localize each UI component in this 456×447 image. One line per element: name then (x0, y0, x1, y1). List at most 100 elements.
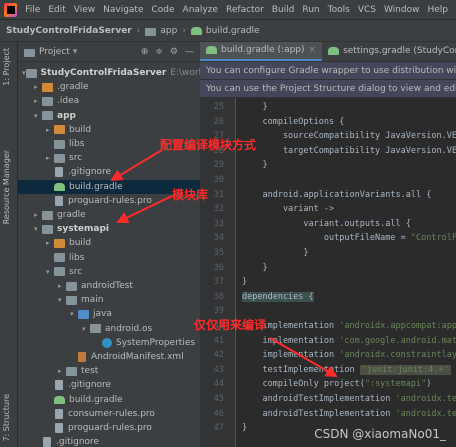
tree-item-label: java (93, 309, 112, 320)
collapse-icon[interactable]: ≑ (155, 47, 163, 57)
tree-item-label: build (69, 124, 92, 135)
line-number: 41 (213, 335, 224, 346)
tree-item-label: app (57, 110, 76, 121)
menu-edit[interactable]: Edit (48, 5, 65, 15)
menu-navigate[interactable]: Navigate (103, 5, 143, 15)
code-line: } (242, 262, 268, 273)
tree-item[interactable]: ▸ build (18, 123, 200, 137)
code-line: } (242, 248, 309, 258)
tree-item[interactable]: ▸ .gradle (18, 80, 200, 94)
tree-item[interactable]: SystemProperties (18, 336, 200, 350)
excluded-folder-icon (54, 238, 65, 248)
gear-icon[interactable]: ⚙ (170, 47, 178, 57)
code-line: variant -> (242, 204, 335, 215)
tree-item-label: build.gradle (69, 181, 123, 192)
tree-item[interactable]: proguard-rules.pro (18, 421, 200, 435)
tree-item-label: .gitignore (68, 167, 112, 178)
menu-help[interactable]: Help (427, 5, 448, 15)
menu-build[interactable]: Build (272, 5, 295, 15)
tree-item[interactable]: .gitignore (18, 378, 200, 392)
line-number: 43 (213, 364, 224, 375)
tree-item[interactable]: ▾ StudyControlFridaServerE:\worksp (18, 66, 200, 80)
breadcrumb-separator-icon: › (182, 25, 186, 36)
menu-window[interactable]: Window (384, 5, 420, 15)
chevron-down-icon[interactable]: ▾ (46, 268, 54, 276)
breadcrumb-project[interactable]: StudyControlFridaServer (6, 26, 132, 36)
close-icon[interactable]: × (309, 45, 317, 55)
code-line: } (242, 102, 268, 112)
tree-item[interactable]: ▾ app (18, 109, 200, 123)
menu-run[interactable]: Run (302, 5, 319, 15)
code-line: implementation 'androidx.appcompat:appc (242, 321, 456, 331)
menu-analyze[interactable]: Analyze (183, 5, 218, 15)
code-line: implementation 'androidx.constraintlayo (242, 350, 456, 361)
tree-item[interactable]: libs (18, 251, 200, 265)
tab-label: settings.gradle (StudyControlF (343, 46, 456, 56)
breadcrumb-file[interactable]: build.gradle (190, 26, 260, 36)
tree-item[interactable]: build.gradle (18, 393, 200, 407)
tree-item[interactable]: ▸ test (18, 364, 200, 378)
chevron-down-icon[interactable]: ▾ (22, 69, 26, 77)
chevron-right-icon[interactable]: ▸ (46, 154, 54, 162)
menu-view[interactable]: View (74, 5, 95, 15)
menu-refactor[interactable]: Refactor (226, 5, 264, 15)
code-line: } (242, 423, 248, 434)
tree-item-label: .gitignore (68, 380, 112, 391)
source-folder-icon (78, 309, 89, 319)
tree-item[interactable]: consumer-rules.pro (18, 407, 200, 421)
tree-item[interactable]: ▸ androidTest (18, 279, 200, 293)
code-line: android.applicationVariants.all { (242, 189, 432, 200)
target-icon[interactable]: ⊕ (141, 47, 149, 57)
hide-icon[interactable]: — (185, 47, 194, 57)
tree-item[interactable]: ▾ android.os (18, 322, 200, 336)
tree-item[interactable]: ▾ main (18, 293, 200, 307)
chevron-down-icon[interactable]: ▾ (70, 310, 78, 318)
chevron-down-icon[interactable]: ▾ (73, 47, 78, 57)
chevron-right-icon[interactable]: ▸ (34, 83, 42, 91)
tree-item[interactable]: ▸ gradle (18, 208, 200, 222)
structure-tool-tab[interactable]: 7: Structure (2, 394, 11, 442)
line-number: 33 (213, 218, 224, 229)
chevron-right-icon[interactable]: ▸ (58, 282, 66, 290)
tree-item-label: libs (69, 252, 85, 263)
tree-item[interactable]: .gitignore (18, 165, 200, 179)
project-panel-header: Project ▾ ⊕ ≑ ⚙ — (18, 42, 200, 62)
tree-item[interactable]: .gitignore (18, 435, 200, 447)
tree-item[interactable]: ▾ src (18, 265, 200, 279)
chevron-down-icon[interactable]: ▾ (58, 296, 66, 304)
chevron-right-icon[interactable]: ▸ (46, 126, 54, 134)
menu-vcs[interactable]: VCS (358, 5, 376, 15)
chevron-right-icon[interactable]: ▸ (34, 211, 42, 219)
chevron-down-icon[interactable]: ▾ (82, 325, 90, 333)
tab-settings-gradle[interactable]: settings.gradle (StudyControlF (322, 42, 456, 61)
file-icon (55, 423, 63, 433)
chevron-down-icon[interactable]: ▾ (34, 112, 42, 120)
breadcrumb-app[interactable]: app (145, 26, 177, 36)
menu-file[interactable]: File (25, 5, 40, 15)
chevron-down-icon[interactable]: ▾ (34, 225, 42, 233)
chevron-right-icon[interactable]: ▸ (46, 239, 54, 247)
tree-item[interactable]: ▸ .idea (18, 94, 200, 108)
line-number: 35 (213, 248, 224, 258)
menu-code[interactable]: Code (152, 5, 175, 15)
tree-item-label: systemapi (57, 224, 109, 235)
menu-tools[interactable]: Tools (328, 5, 350, 15)
folder-icon (66, 366, 77, 376)
line-number: 37 (213, 277, 224, 288)
line-number: 42 (213, 350, 224, 361)
chevron-right-icon[interactable]: ▸ (58, 367, 66, 375)
project-tool-tab[interactable]: 1: Project (2, 48, 11, 86)
tree-item[interactable]: ▸ build (18, 236, 200, 250)
folder-icon (66, 281, 77, 291)
tree-item[interactable]: ▾ java (18, 307, 200, 321)
tree-item-label: src (69, 153, 83, 164)
excluded-folder-icon (54, 125, 65, 135)
tree-item[interactable]: ▾ systemapi (18, 222, 200, 236)
tab-build-gradle-app[interactable]: build.gradle (:app) × (200, 42, 323, 61)
tree-item[interactable]: ▸ src (18, 151, 200, 165)
chevron-right-icon[interactable]: ▸ (34, 97, 42, 105)
annotation-compile-only: 仅仅用来编译 (194, 318, 267, 332)
resource-manager-tool-tab[interactable]: Resource Manager (2, 150, 11, 224)
tree-item[interactable]: AndroidManifest.xml (18, 350, 200, 364)
project-view-selector[interactable]: Project (39, 47, 70, 57)
